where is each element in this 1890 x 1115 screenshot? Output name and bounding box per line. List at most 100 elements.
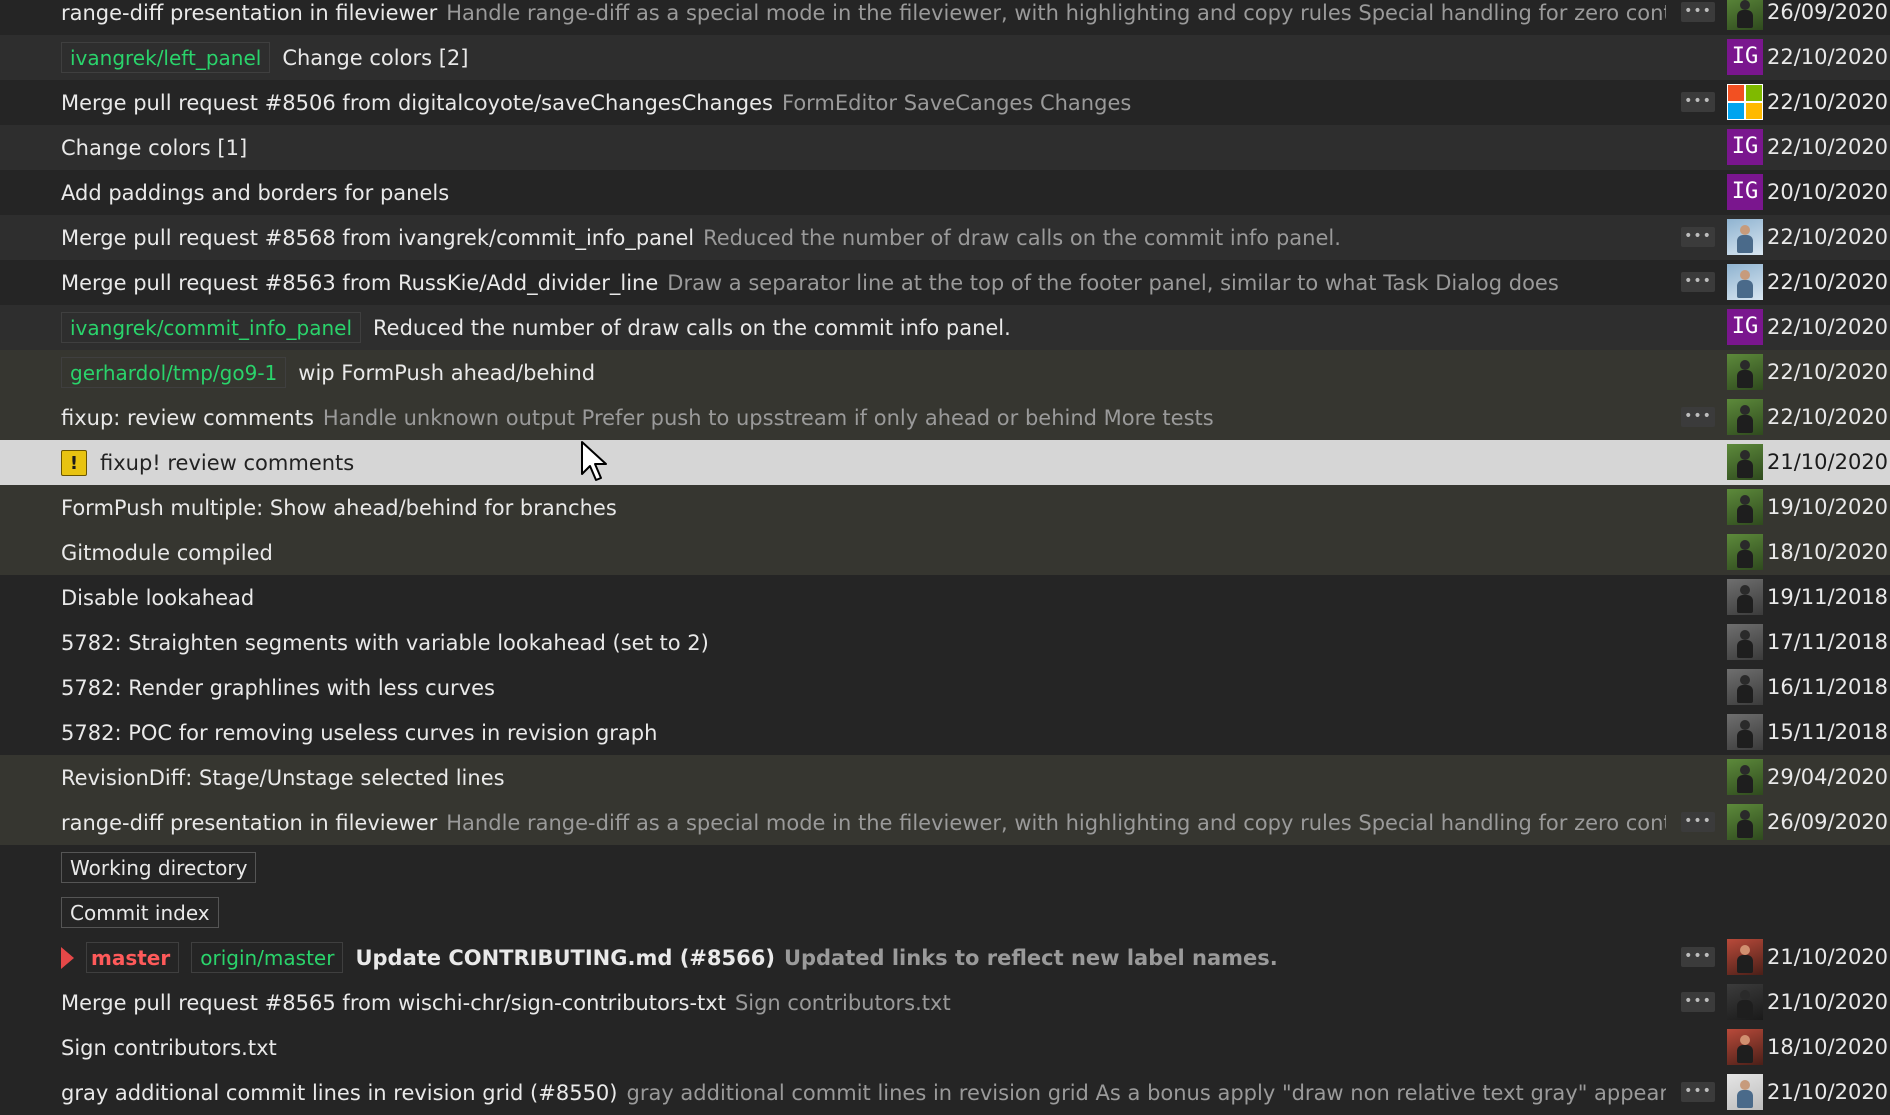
revision-row[interactable]: Merge pull request #8506 from digitalcoy… [0, 80, 1890, 125]
revision-row[interactable]: ! fixup! review comments 21/10/2020 0 [0, 440, 1890, 485]
commit-description: Draw a separator line at the top of the … [667, 270, 1559, 295]
row-message-area: ivangrek/commit_info_panel Reduced the nu… [61, 305, 1721, 350]
expand-more-button[interactable]: ••• [1681, 407, 1715, 427]
branch-label[interactable]: ivangrek/left_panel [61, 42, 271, 73]
commit-date: 29/04/2020 1 [1767, 765, 1890, 789]
commit-date: 20/10/2020 0 [1767, 180, 1890, 204]
branch-label[interactable]: ivangrek/commit_info_panel [61, 312, 362, 343]
author-avatar [1727, 219, 1763, 255]
revision-row[interactable]: gray additional commit lines in revision… [0, 1070, 1890, 1115]
commit-message: gray additional commit lines in revision… [61, 1080, 618, 1105]
row-message-area: Merge pull request #8563 from RussKie/Ad… [61, 260, 1666, 305]
author-avatar [1727, 984, 1763, 1020]
revision-row[interactable]: 5782: Straighten segments with variable … [0, 620, 1890, 665]
commit-date: 19/10/2020 2 [1767, 495, 1890, 519]
branch-label[interactable]: gerhardol/tmp/go9-1 [61, 357, 287, 388]
row-message-area: gerhardol/tmp/go9-1 wip FormPush ahead/be… [61, 350, 1721, 395]
commit-message: Gitmodule compiled [61, 540, 273, 565]
author-avatar: IG [1727, 39, 1763, 75]
row-message-area: fixup: review comments Handle unknown out… [61, 395, 1666, 440]
commit-message: wip FormPush ahead/behind [298, 360, 596, 385]
warning-icon: ! [61, 449, 87, 476]
revision-row[interactable]: ivangrek/left_panel Change colors [2] IG 22… [0, 35, 1890, 80]
revision-row[interactable]: RevisionDiff: Stage/Unstage selected lin… [0, 755, 1890, 800]
revision-row[interactable]: fixup: review comments Handle unknown out… [0, 395, 1890, 440]
author-avatar [1727, 534, 1763, 570]
expand-more-button[interactable]: ••• [1681, 947, 1715, 967]
row-message-area: Gitmodule compiled [61, 530, 1721, 575]
revision-row[interactable]: Disable lookahead 19/11/2018 1 [0, 575, 1890, 620]
revision-row[interactable]: ivangrek/commit_info_panel Reduced the nu… [0, 305, 1890, 350]
row-message-area: Add paddings and borders for panels [61, 170, 1721, 215]
author-avatar: IG [1727, 129, 1763, 165]
commit-message: Reduced the number of draw calls on the … [373, 315, 1011, 340]
commit-message: Change colors [1] [61, 135, 248, 160]
author-avatar [1727, 669, 1763, 705]
commit-description: Handle range-diff as a special mode in t… [446, 810, 1666, 835]
row-message-area: Sign contributors.txt [61, 1025, 1721, 1070]
revision-row[interactable]: range-diff presentation in fileviewer Han… [0, 0, 1890, 35]
artificial-commit-label[interactable]: Commit index [61, 897, 219, 928]
revision-row[interactable]: Add paddings and borders for panels IG 20/… [0, 170, 1890, 215]
author-avatar [1727, 354, 1763, 390]
commit-date: 26/09/2020 1 [1767, 0, 1890, 24]
revision-row[interactable]: Commit index [0, 890, 1890, 935]
commit-date: 21/10/2020 2 [1767, 945, 1890, 969]
revision-grid[interactable]: range-diff presentation in fileviewer Han… [0, 0, 1890, 1110]
expand-more-button[interactable]: ••• [1681, 1082, 1715, 1102]
commit-date: 22/10/2020 0 [1767, 270, 1890, 294]
revision-row[interactable]: gerhardol/tmp/go9-1 wip FormPush ahead/be… [0, 350, 1890, 395]
revision-row[interactable]: 5782: POC for removing useless curves in… [0, 710, 1890, 755]
commit-date: 22/10/2020 0 [1767, 315, 1890, 339]
revision-row[interactable]: Change colors [1] IG22/10/2020 2 [0, 125, 1890, 170]
branch-label[interactable]: master [86, 942, 180, 973]
author-avatar [1727, 1074, 1763, 1110]
row-message-area: range-diff presentation in fileviewer Han… [61, 0, 1666, 35]
commit-date: 26/09/2020 1 [1767, 810, 1890, 834]
expand-more-button[interactable]: ••• [1681, 992, 1715, 1012]
row-message-area: range-diff presentation in fileviewer Han… [61, 800, 1666, 845]
commit-date: 17/11/2018 1 [1767, 630, 1890, 654]
commit-description: gray additional commit lines in revision… [626, 1080, 1666, 1105]
branch-label[interactable]: origin/master [191, 942, 344, 973]
revision-row[interactable]: Working directory [0, 845, 1890, 890]
commit-date: 18/10/2020 2 [1767, 540, 1890, 564]
author-avatar [1727, 579, 1763, 615]
commit-date: 18/10/2020 0 [1767, 1035, 1890, 1059]
row-message-area: Working directory [61, 845, 1721, 890]
row-message-area: Disable lookahead [61, 575, 1721, 620]
expand-more-button[interactable]: ••• [1681, 227, 1715, 247]
commit-message: Disable lookahead [61, 585, 255, 610]
commit-date: 22/10/2020 2 [1767, 90, 1890, 114]
expand-more-button[interactable]: ••• [1681, 812, 1715, 832]
revision-row[interactable]: range-diff presentation in fileviewer Han… [0, 800, 1890, 845]
commit-description: Handle range-diff as a special mode in t… [446, 0, 1666, 25]
commit-message: RevisionDiff: Stage/Unstage selected lin… [61, 765, 505, 790]
commit-date: 22/10/2020 0 [1767, 405, 1890, 429]
revision-row[interactable]: Sign contributors.txt 18/10/2020 0 [0, 1025, 1890, 1070]
microsoft-logo-icon [1727, 84, 1763, 120]
commit-message: Merge pull request #8565 from wischi-chr… [61, 990, 726, 1015]
revision-row[interactable]: Merge pull request #8568 from ivangrek/c… [0, 215, 1890, 260]
commit-message: Merge pull request #8563 from RussKie/Ad… [61, 270, 659, 295]
revision-row[interactable]: Merge pull request #8563 from RussKie/Ad… [0, 260, 1890, 305]
row-message-area: ivangrek/left_panel Change colors [2] [61, 35, 1721, 80]
commit-description: FormEditor SaveCanges Changes [781, 90, 1132, 115]
author-avatar [1727, 1029, 1763, 1065]
revision-row[interactable]: FormPush multiple: Show ahead/behind for… [0, 485, 1890, 530]
expand-more-button[interactable]: ••• [1681, 92, 1715, 112]
author-avatar [1727, 264, 1763, 300]
revision-row[interactable]: 5782: Render graphlines with less curves… [0, 665, 1890, 710]
commit-message: fixup! review comments [100, 450, 355, 475]
commit-message: range-diff presentation in fileviewer [61, 810, 438, 835]
row-message-area: 5782: Straighten segments with variable … [61, 620, 1721, 665]
expand-more-button[interactable]: ••• [1681, 272, 1715, 292]
expand-more-button[interactable]: ••• [1681, 2, 1715, 22]
commit-description: Reduced the number of draw calls on the … [703, 225, 1341, 250]
revision-row[interactable]: master origin/master Update CONTRIBUTING.m… [0, 935, 1890, 980]
revision-row[interactable]: Merge pull request #8565 from wischi-chr… [0, 980, 1890, 1025]
revision-row[interactable]: Gitmodule compiled 18/10/2020 2 [0, 530, 1890, 575]
author-avatar [1727, 489, 1763, 525]
row-message-area: 5782: Render graphlines with less curves [61, 665, 1721, 710]
artificial-commit-label[interactable]: Working directory [61, 852, 257, 883]
